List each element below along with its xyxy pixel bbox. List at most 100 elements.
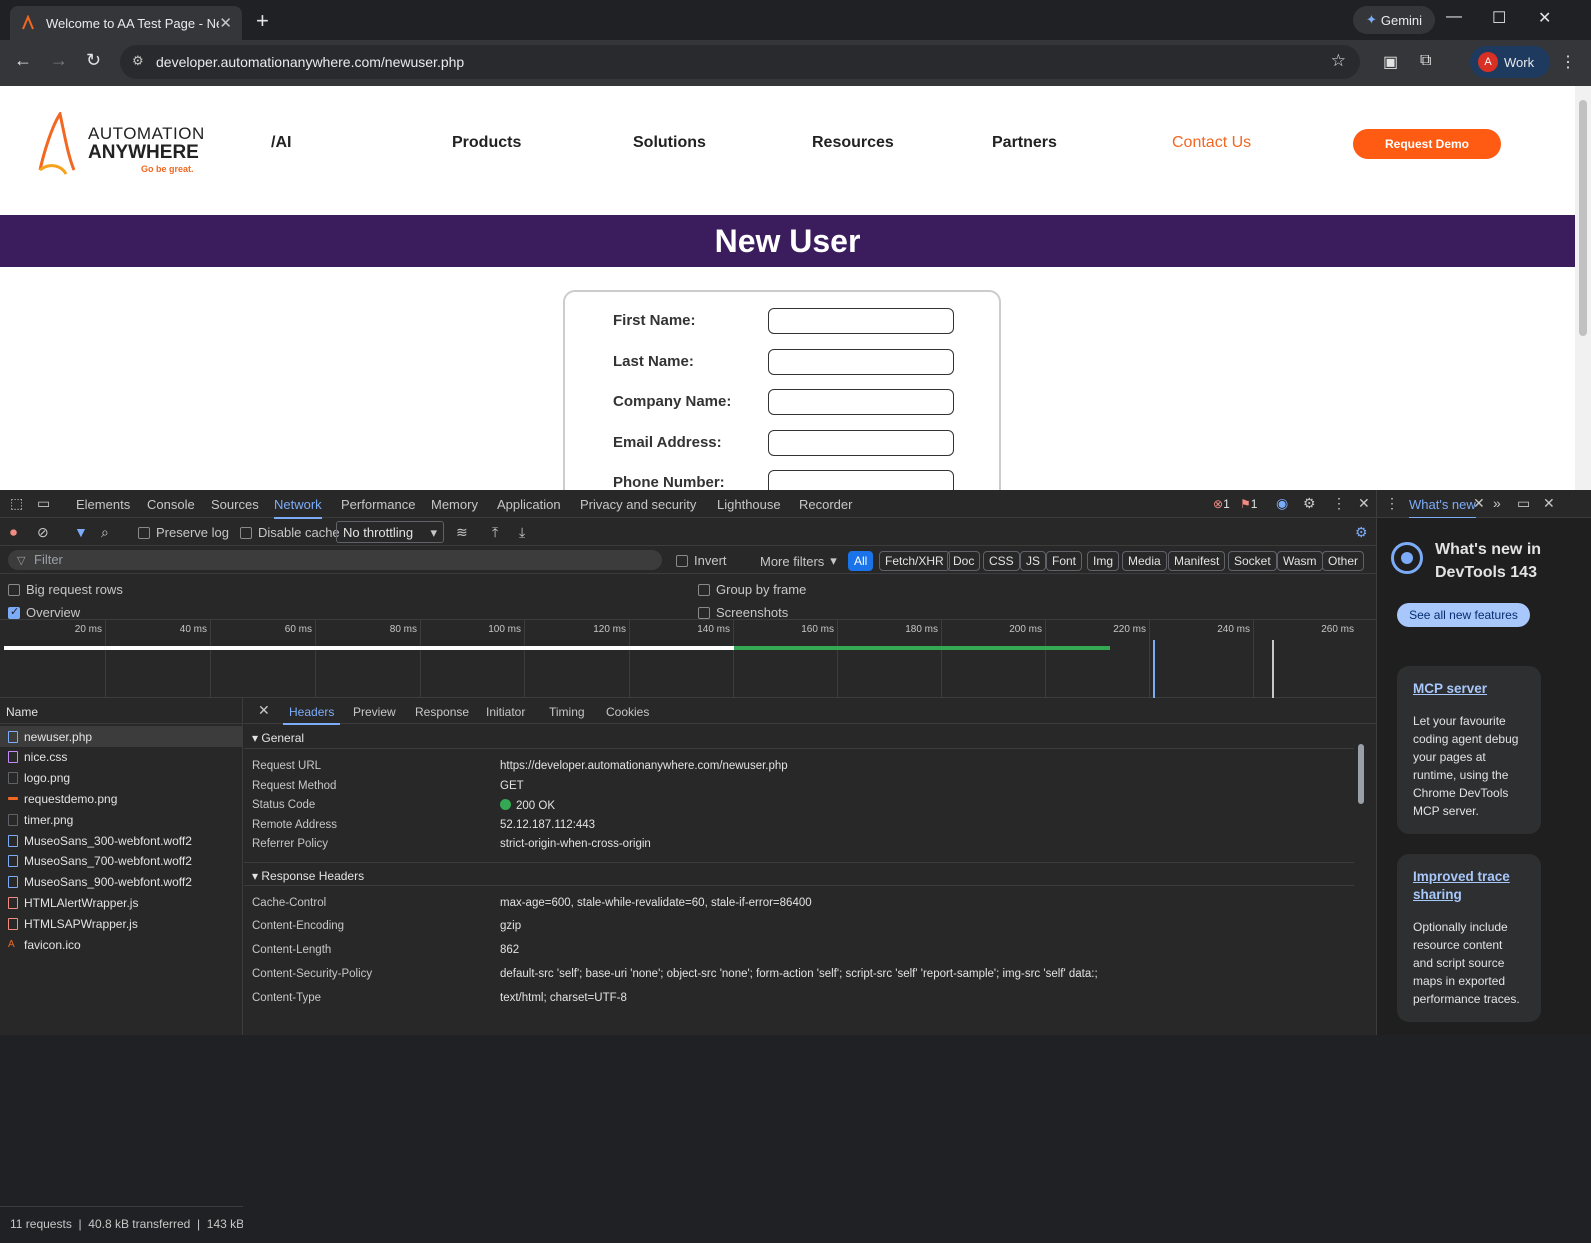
- more-tabs-chevron-icon[interactable]: »: [1493, 495, 1501, 511]
- ai-assistance-icon[interactable]: ◉: [1276, 495, 1288, 512]
- menu-kebab-icon[interactable]: ⋮: [1560, 52, 1576, 72]
- nav-partners[interactable]: Partners: [992, 134, 1057, 152]
- new-tab-button[interactable]: +: [256, 8, 269, 34]
- request-row[interactable]: Afavicon.ico: [0, 934, 243, 955]
- request-demo-button[interactable]: Request Demo: [1353, 129, 1501, 159]
- filter-font[interactable]: Font: [1046, 551, 1083, 571]
- big-request-rows-checkbox[interactable]: Big request rows: [8, 582, 123, 597]
- nav-solutions[interactable]: Solutions: [633, 134, 706, 152]
- inspect-element-icon[interactable]: ⬚: [10, 495, 23, 512]
- tab-cookies[interactable]: Cookies: [606, 705, 649, 719]
- tab-timing[interactable]: Timing: [549, 705, 585, 719]
- drawer-menu-icon[interactable]: ⋮: [1385, 495, 1399, 512]
- filter-css[interactable]: CSS: [983, 551, 1020, 571]
- tab-performance[interactable]: Performance: [341, 497, 415, 512]
- filter-wasm[interactable]: Wasm: [1277, 551, 1323, 571]
- group-by-frame-checkbox[interactable]: Group by frame: [698, 582, 806, 597]
- record-stop-icon[interactable]: ⏺: [10, 524, 17, 541]
- request-row[interactable]: MuseoSans_300-webfont.woff2: [0, 830, 243, 851]
- filter-js[interactable]: JS: [1020, 551, 1047, 571]
- export-har-icon[interactable]: ⤓: [519, 524, 525, 541]
- maximize-button[interactable]: ☐: [1492, 8, 1506, 28]
- back-button[interactable]: ←: [14, 50, 32, 71]
- request-row[interactable]: HTMLAlertWrapper.js: [0, 892, 243, 913]
- request-row[interactable]: MuseoSans_900-webfont.woff2: [0, 872, 243, 893]
- see-all-features-button[interactable]: See all new features: [1397, 603, 1530, 627]
- filter-media[interactable]: Media: [1122, 551, 1167, 571]
- filter-img[interactable]: Img: [1087, 551, 1120, 571]
- screenshots-checkbox[interactable]: Screenshots: [698, 605, 788, 620]
- name-column-header[interactable]: Name: [0, 698, 243, 724]
- site-info-icon[interactable]: ⚙: [132, 53, 144, 69]
- filter-socket[interactable]: Socket: [1228, 551, 1277, 571]
- close-drawer-icon[interactable]: ✕: [1543, 495, 1555, 512]
- tab-recorder[interactable]: Recorder: [799, 497, 852, 512]
- network-conditions-icon[interactable]: ≋: [456, 524, 468, 541]
- filter-all[interactable]: All: [848, 551, 874, 571]
- filter-other[interactable]: Other: [1322, 551, 1365, 571]
- tab-application[interactable]: Application: [497, 497, 561, 512]
- request-row[interactable]: requestdemo.png: [0, 788, 243, 809]
- reload-button[interactable]: ↻: [86, 50, 101, 71]
- tab-initiator[interactable]: Initiator: [486, 705, 525, 719]
- clear-icon[interactable]: ⊘: [37, 524, 49, 541]
- detail-scrollbar[interactable]: [1356, 728, 1366, 1028]
- response-headers-section-header[interactable]: ▾ Response Headers: [244, 862, 1354, 886]
- feature-card-link[interactable]: MCP server: [1413, 680, 1525, 698]
- import-har-icon[interactable]: ⤒: [492, 524, 498, 541]
- filter-input[interactable]: ▽ Filter: [8, 550, 662, 570]
- dock-side-icon[interactable]: ▭: [1517, 495, 1530, 512]
- preserve-log-checkbox[interactable]: Preserve log: [138, 525, 229, 540]
- tab-preview[interactable]: Preview: [353, 705, 396, 719]
- general-section-header[interactable]: ▾ General: [244, 725, 1354, 749]
- first-name-input[interactable]: [768, 308, 954, 334]
- site-logo[interactable]: AUTOMATION ANYWHERE Go be great.: [36, 112, 211, 176]
- nav-contact-us[interactable]: Contact Us: [1172, 134, 1251, 152]
- feature-card-link[interactable]: Improved trace sharing: [1413, 868, 1525, 904]
- settings-gear-icon[interactable]: ⚙: [1303, 495, 1316, 512]
- forward-button[interactable]: →: [50, 50, 68, 71]
- nav-ai[interactable]: /AI: [271, 134, 291, 152]
- request-row[interactable]: nice.css: [0, 747, 243, 768]
- close-detail-icon[interactable]: ✕: [258, 702, 270, 719]
- request-row[interactable]: HTMLSAPWrapper.js: [0, 913, 243, 934]
- search-icon[interactable]: ⌕: [101, 524, 109, 541]
- close-devtools-icon[interactable]: ✕: [1358, 495, 1370, 512]
- request-row[interactable]: newuser.php: [0, 726, 243, 747]
- more-filters-dropdown[interactable]: More filters ▾: [760, 553, 837, 569]
- request-row[interactable]: MuseoSans_700-webfont.woff2: [0, 851, 243, 872]
- address-bar[interactable]: ⚙ developer.automationanywhere.com/newus…: [120, 45, 1360, 79]
- minimize-button[interactable]: —: [1446, 8, 1462, 26]
- filter-funnel-icon[interactable]: ▼: [74, 524, 88, 540]
- tab-lighthouse[interactable]: Lighthouse: [717, 497, 781, 512]
- filter-manifest[interactable]: Manifest: [1168, 551, 1226, 571]
- last-name-input[interactable]: [768, 349, 954, 375]
- tab-privacy[interactable]: Privacy and security: [580, 497, 696, 512]
- email-input[interactable]: [768, 430, 954, 456]
- request-row[interactable]: timer.png: [0, 809, 243, 830]
- extension-icon[interactable]: ▣: [1383, 52, 1398, 72]
- close-tab-icon[interactable]: ✕: [1473, 495, 1485, 512]
- profile-button[interactable]: A Work: [1470, 46, 1550, 78]
- overview-checkbox[interactable]: Overview: [8, 605, 80, 620]
- filter-fetch-xhr[interactable]: Fetch/XHR: [879, 551, 950, 571]
- phone-input[interactable]: [768, 470, 954, 490]
- close-window-button[interactable]: ✕: [1538, 8, 1551, 28]
- disable-cache-checkbox[interactable]: Disable cache: [240, 525, 340, 540]
- tab-whats-new[interactable]: What's new: [1409, 497, 1476, 519]
- tab-console[interactable]: Console: [147, 497, 195, 512]
- close-tab-icon[interactable]: ✕: [219, 14, 232, 32]
- tab-network[interactable]: Network: [274, 497, 322, 519]
- nav-resources[interactable]: Resources: [812, 134, 894, 152]
- bookmark-star-icon[interactable]: ☆: [1331, 51, 1346, 71]
- tab-memory[interactable]: Memory: [431, 497, 478, 512]
- tab-sources[interactable]: Sources: [211, 497, 259, 512]
- gemini-button[interactable]: ✦ Gemini: [1353, 6, 1435, 34]
- page-scrollbar[interactable]: [1575, 86, 1591, 490]
- throttling-select[interactable]: No throttling: [336, 521, 444, 543]
- issue-counter[interactable]: ⚑1: [1240, 497, 1257, 511]
- browser-tab[interactable]: Welcome to AA Test Page - New ✕: [10, 6, 242, 40]
- error-counter[interactable]: ⊗1: [1213, 497, 1230, 511]
- filter-doc[interactable]: Doc: [947, 551, 981, 571]
- network-overview-timeline[interactable]: 20 ms 40 ms 60 ms 80 ms 100 ms 120 ms 14…: [0, 620, 1376, 698]
